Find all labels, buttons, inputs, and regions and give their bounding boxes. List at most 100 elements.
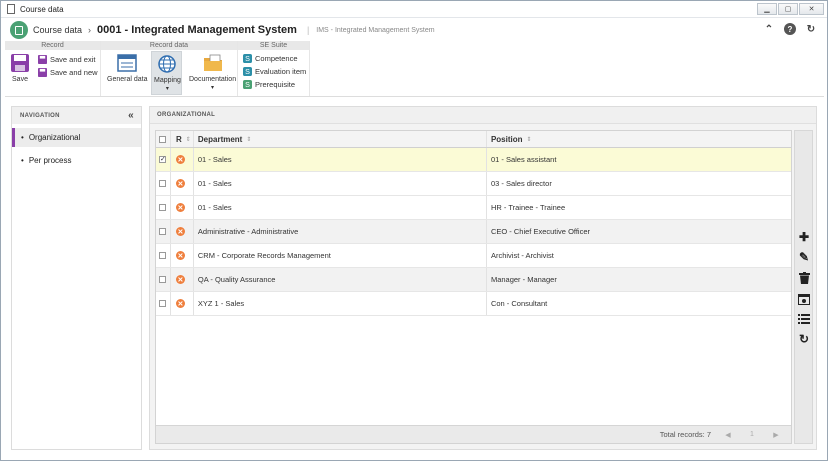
svg-text:S: S: [245, 80, 250, 89]
status-cell: ✕: [171, 268, 194, 291]
position-cell: 01 - Sales assistant: [490, 155, 557, 164]
save-and-exit-button[interactable]: Save and exit: [38, 55, 95, 64]
table-row[interactable]: ✕ 01 - Sales 03 - Sales director: [156, 172, 791, 196]
status-icon: ✕: [175, 299, 185, 308]
save-exit-icon: [38, 55, 47, 64]
row-checkbox-cell[interactable]: [156, 220, 171, 243]
refresh-grid-icon[interactable]: ↻: [796, 331, 812, 347]
column-label: Department: [197, 134, 243, 144]
competence-icon: S: [243, 54, 252, 63]
general-data-button[interactable]: General data: [107, 53, 147, 83]
status-icon: ✕: [175, 203, 185, 212]
status-icon: ✕: [175, 275, 185, 284]
status-cell: ✕: [171, 220, 194, 243]
navigation-header: NAVIGATION «: [12, 107, 141, 124]
select-all-checkbox-cell[interactable]: [156, 131, 171, 147]
close-button[interactable]: ✕: [799, 3, 824, 15]
position-cell: Manager - Manager: [490, 275, 557, 284]
trash-glyph: [798, 272, 810, 284]
row-checkbox[interactable]: [159, 276, 167, 283]
view-record-icon[interactable]: [796, 291, 812, 307]
breadcrumb-root[interactable]: Course data: [33, 25, 82, 35]
column-header-department[interactable]: Department ⇕: [194, 131, 487, 147]
row-checkbox-cell[interactable]: [156, 172, 171, 195]
select-all-checkbox[interactable]: [159, 135, 167, 143]
position-cell: 03 - Sales director: [490, 179, 552, 188]
first-page-icon[interactable]: ◀: [721, 431, 735, 439]
row-checkbox-cell[interactable]: ✓: [156, 148, 171, 171]
row-checkbox[interactable]: [159, 252, 167, 259]
ribbon-group-title: SE Suite: [238, 41, 309, 50]
mapping-button[interactable]: Mapping ▾: [151, 51, 182, 95]
column-label: Position: [490, 134, 523, 144]
panel-title: ORGANIZATIONAL: [150, 107, 816, 124]
page-subtitle: IMS - Integrated Management System: [316, 26, 435, 34]
row-checkbox[interactable]: ✓: [159, 156, 167, 163]
title-bar: Course data ▁ ▢ ✕: [1, 1, 827, 18]
chevron-right-icon: ›: [88, 25, 92, 35]
row-checkbox[interactable]: [159, 228, 167, 235]
minimize-button[interactable]: ▁: [757, 3, 777, 15]
status-icon: ✕: [175, 155, 185, 164]
ribbon-toolbar: Record Save Save and exit Save and new R…: [5, 41, 824, 97]
page-number: 1: [750, 431, 754, 438]
documentation-button[interactable]: Documentation ▾: [189, 53, 236, 91]
department-cell: 01 - Sales: [194, 148, 487, 171]
column-label: R: [175, 134, 182, 144]
position-cell: HR - Trainee - Trainee: [490, 203, 566, 212]
position-cell: Archivist - Archivist: [490, 251, 554, 260]
competence-button[interactable]: S Competence: [243, 54, 298, 63]
department-cell: XYZ 1 - Sales: [194, 292, 487, 315]
collapse-up-icon[interactable]: ⌃: [763, 23, 775, 35]
refresh-icon[interactable]: ↻: [805, 23, 817, 35]
row-checkbox-cell[interactable]: [156, 268, 171, 291]
next-page-icon[interactable]: ▶: [769, 431, 783, 439]
page-header: Course data › 0001 - Integrated Manageme…: [1, 19, 827, 41]
department-cell: Administrative - Administrative: [194, 220, 487, 243]
column-header-r[interactable]: R ⇕: [171, 131, 194, 147]
nav-item-per-process[interactable]: • Per process: [12, 151, 141, 170]
organizational-grid: R ⇕ Department ⇕ Position ⇕ ✓ ✕ 01 - Sales …: [155, 130, 792, 444]
list-glyph: [798, 314, 810, 324]
column-header-position[interactable]: Position ⇕: [487, 131, 791, 147]
nav-item-organizational[interactable]: • Organizational: [12, 128, 141, 147]
table-row[interactable]: ✕ XYZ 1 - Sales Con - Consultant: [156, 292, 791, 316]
save-and-new-button[interactable]: Save and new: [38, 68, 98, 77]
table-row[interactable]: ✕ 01 - Sales HR - Trainee - Trainee: [156, 196, 791, 220]
row-checkbox-cell[interactable]: [156, 244, 171, 267]
sort-icon: ⇕: [185, 136, 191, 143]
help-icon[interactable]: ?: [784, 23, 796, 35]
collapse-left-icon[interactable]: «: [128, 110, 134, 121]
globe-icon: [158, 55, 177, 73]
folder-documents-icon: [203, 54, 222, 71]
add-icon[interactable]: ✚: [796, 229, 812, 245]
prerequisite-button[interactable]: S Prerequisite: [243, 80, 295, 89]
total-records: Total records: 7: [659, 430, 711, 439]
row-checkbox[interactable]: [159, 300, 167, 307]
grid-footer: Total records: 7 ◀ 1 ▶: [156, 425, 791, 443]
status-cell: ✕: [171, 292, 194, 315]
save-button[interactable]: Save: [10, 53, 30, 83]
divider: |: [306, 25, 310, 35]
table-row[interactable]: ✓ ✕ 01 - Sales 01 - Sales assistant: [156, 148, 791, 172]
row-checkbox[interactable]: [159, 180, 167, 187]
view-glyph: [798, 293, 810, 305]
list-icon[interactable]: [796, 311, 812, 327]
dropdown-arrow-icon: ▾: [165, 86, 169, 92]
mapping-content: Mapping ▾: [154, 54, 181, 92]
table-row[interactable]: ✕ Administrative - Administrative CEO - …: [156, 220, 791, 244]
evaluation-item-button[interactable]: S Evaluation item: [243, 67, 306, 76]
page-title: 0001 - Integrated Management System: [97, 24, 297, 36]
dropdown-arrow-icon: ▾: [211, 85, 215, 91]
table-row[interactable]: ✕ CRM - Corporate Records Management Arc…: [156, 244, 791, 268]
edit-icon[interactable]: ✎: [796, 249, 812, 265]
sort-icon: ⇕: [246, 136, 252, 143]
row-checkbox-cell[interactable]: [156, 196, 171, 219]
maximize-button[interactable]: ▢: [778, 3, 798, 15]
delete-icon[interactable]: [796, 270, 812, 286]
table-row[interactable]: ✕ QA - Quality Assurance Manager - Manag…: [156, 268, 791, 292]
row-checkbox[interactable]: [159, 204, 167, 211]
row-checkbox-cell[interactable]: [156, 292, 171, 315]
grid-header: R ⇕ Department ⇕ Position ⇕: [156, 131, 791, 148]
nav-item-label: Per process: [28, 156, 72, 165]
